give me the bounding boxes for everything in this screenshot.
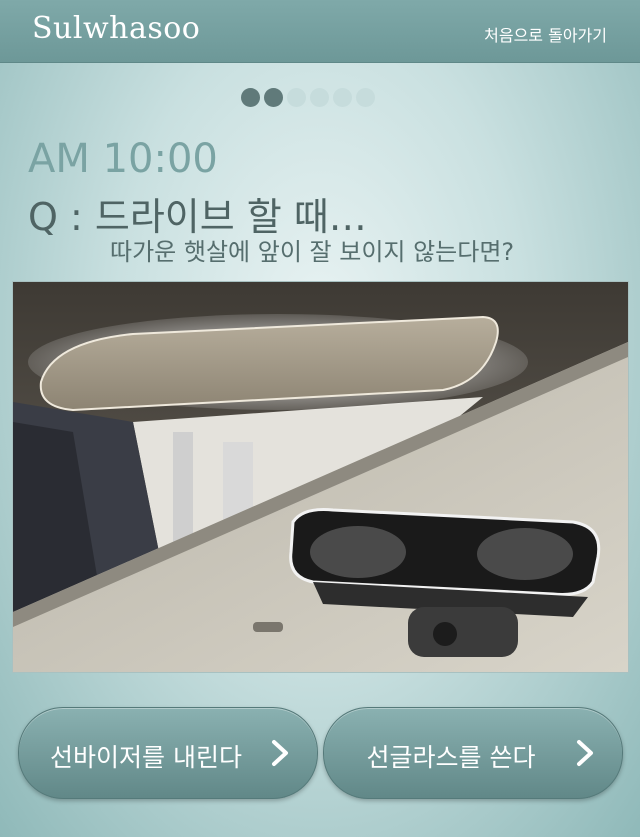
progress-dot [287,88,306,107]
chevron-right-icon [272,740,288,766]
home-link[interactable]: 처음으로 돌아가기 [484,22,607,46]
car-interior-illustration [13,282,628,672]
choice-sun-visor-button[interactable]: 선바이저를 내린다 [18,707,318,799]
progress-dots [241,88,375,107]
scenario-time: AM 10:00 [28,136,218,182]
progress-dot [241,88,260,107]
choice-label: 선바이저를 내린다 [50,743,242,772]
header-bar: Sulwhasoo 처음으로 돌아가기 [0,0,640,63]
progress-dot [310,88,329,107]
brand-logo: Sulwhasoo [32,11,201,46]
choice-label: 선글라스를 쓴다 [366,743,536,772]
progress-dot [356,88,375,107]
scenario-subquestion: 따가운 햇살에 앞이 잘 보이지 않는다면? [110,238,515,266]
progress-dot [333,88,352,107]
scenario-image [12,281,629,673]
progress-dot [264,88,283,107]
chevron-right-icon [577,740,593,766]
choice-sunglasses-button[interactable]: 선글라스를 쓴다 [323,707,623,799]
